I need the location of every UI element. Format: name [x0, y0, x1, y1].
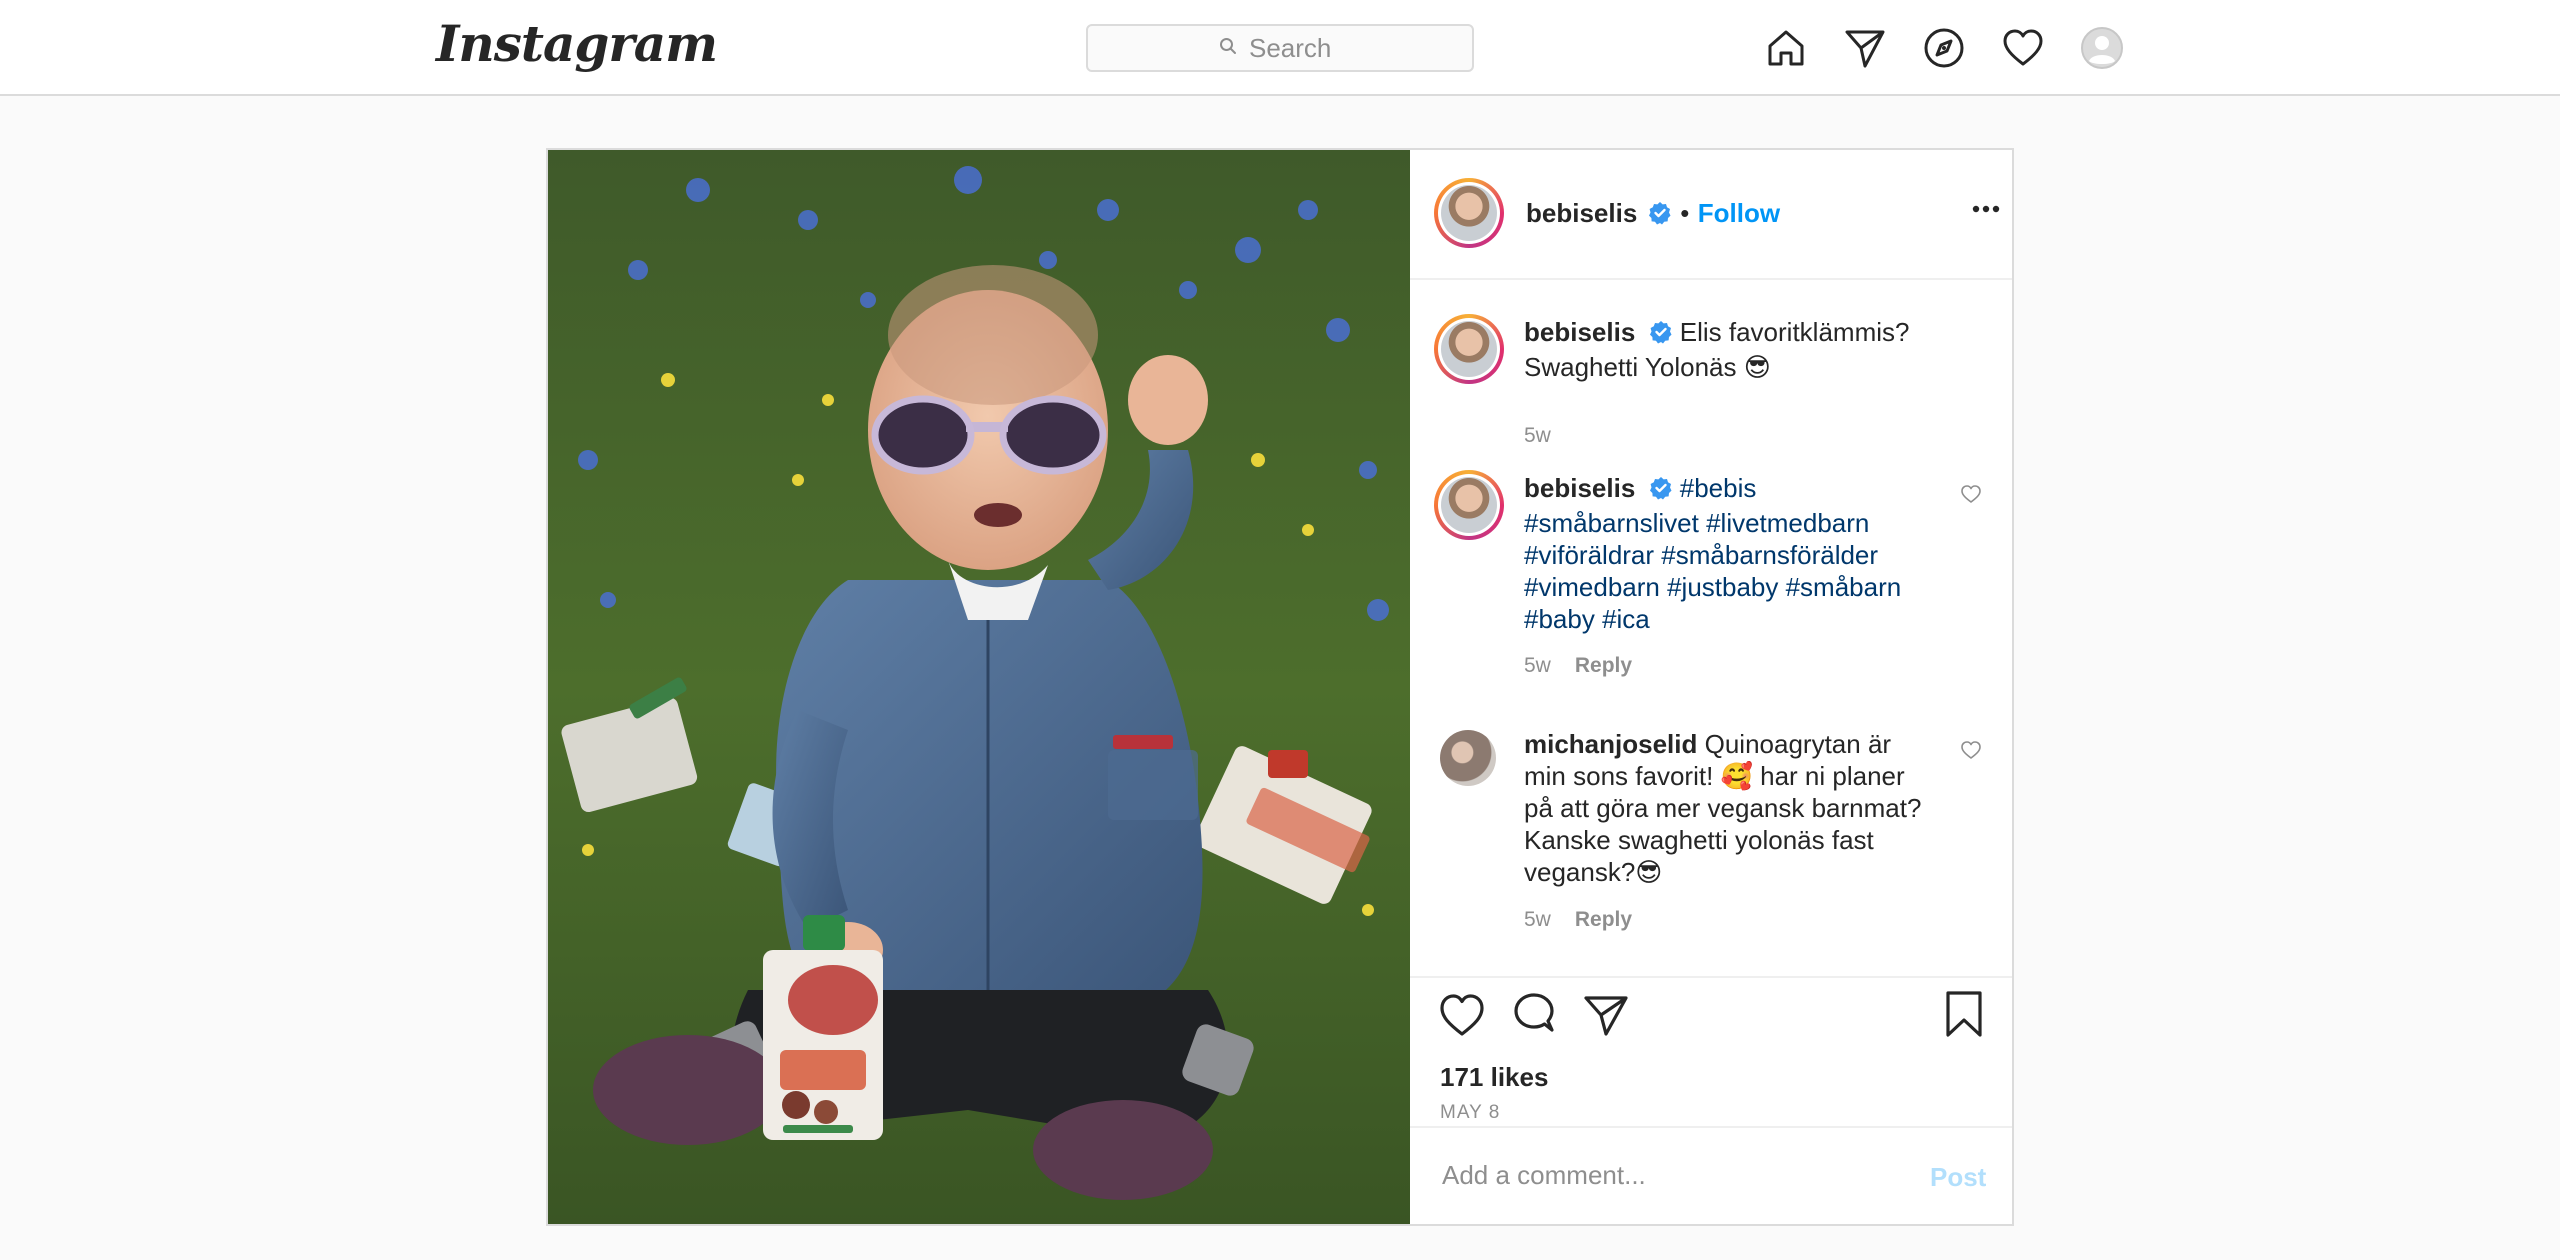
header-separator: • [1680, 198, 1690, 228]
direct-icon[interactable] [1839, 22, 1891, 74]
comment-time[interactable]: 5w [1524, 908, 1551, 931]
post-side-panel: bebiselis • Follow bebiselis Elis favori… [1410, 150, 2012, 1224]
commenter-avatar[interactable] [1434, 470, 1504, 540]
profile-avatar[interactable] [2076, 22, 2128, 74]
nav-icon-group [1760, 22, 2128, 74]
top-nav-bar: Instagram [0, 0, 2560, 96]
verified-badge-icon [1648, 201, 1672, 230]
post-actions: 171 likes MAY 8 [1410, 976, 2012, 1123]
comment-username[interactable]: bebiselis [1524, 473, 1635, 503]
post-date[interactable]: MAY 8 [1440, 1102, 1500, 1124]
post-header: bebiselis • Follow [1410, 150, 2012, 280]
like-heart-icon[interactable] [1438, 992, 1486, 1043]
comment-input[interactable] [1440, 1154, 1884, 1196]
activity-heart-icon[interactable] [1997, 22, 2049, 74]
search-input[interactable] [1247, 31, 1341, 65]
reply-button[interactable]: Reply [1575, 654, 1632, 677]
follow-button[interactable]: Follow [1698, 198, 1780, 228]
instagram-logo[interactable]: Instagram [436, 14, 718, 73]
verified-badge-icon [1649, 475, 1673, 507]
comment-username[interactable]: michanjoselid [1524, 729, 1697, 759]
search-box[interactable] [1086, 24, 1474, 72]
comment-bubble-icon[interactable] [1510, 992, 1558, 1043]
share-direct-icon[interactable] [1582, 992, 1630, 1043]
post-card: bebiselis • Follow bebiselis Elis favori… [546, 148, 2014, 1226]
comment-item: bebiselis #bebis #småbarnslivet #livetme… [1434, 470, 1994, 700]
likes-count[interactable]: 171 likes [1440, 1062, 1548, 1093]
explore-icon[interactable] [1918, 22, 1970, 74]
comment-time[interactable]: 5w [1524, 654, 1551, 677]
reply-button[interactable]: Reply [1575, 908, 1632, 931]
author-username[interactable]: bebiselis [1526, 198, 1637, 228]
like-comment-heart-icon[interactable] [1960, 484, 1982, 509]
commenter-avatar[interactable] [1440, 730, 1496, 786]
author-avatar[interactable] [1434, 178, 1504, 248]
comment-time[interactable]: 5w [1524, 424, 1551, 447]
home-icon[interactable] [1760, 22, 1812, 74]
more-options-icon[interactable] [1972, 200, 2000, 218]
caption-item: bebiselis Elis favoritklämmis? Swaghetti… [1434, 314, 1994, 447]
author-avatar[interactable] [1434, 314, 1504, 384]
verified-badge-icon [1649, 319, 1673, 351]
comment-item: michanjoselid Quinoagrytan är min sons f… [1434, 726, 1994, 956]
like-comment-heart-icon[interactable] [1960, 740, 1982, 765]
add-comment-bar: Post [1410, 1126, 2012, 1224]
save-bookmark-icon[interactable] [1944, 990, 1984, 1043]
search-icon [1219, 37, 1237, 60]
post-photo[interactable] [548, 150, 1410, 1224]
post-comment-button[interactable]: Post [1930, 1162, 1986, 1193]
comment-username[interactable]: bebiselis [1524, 317, 1635, 347]
